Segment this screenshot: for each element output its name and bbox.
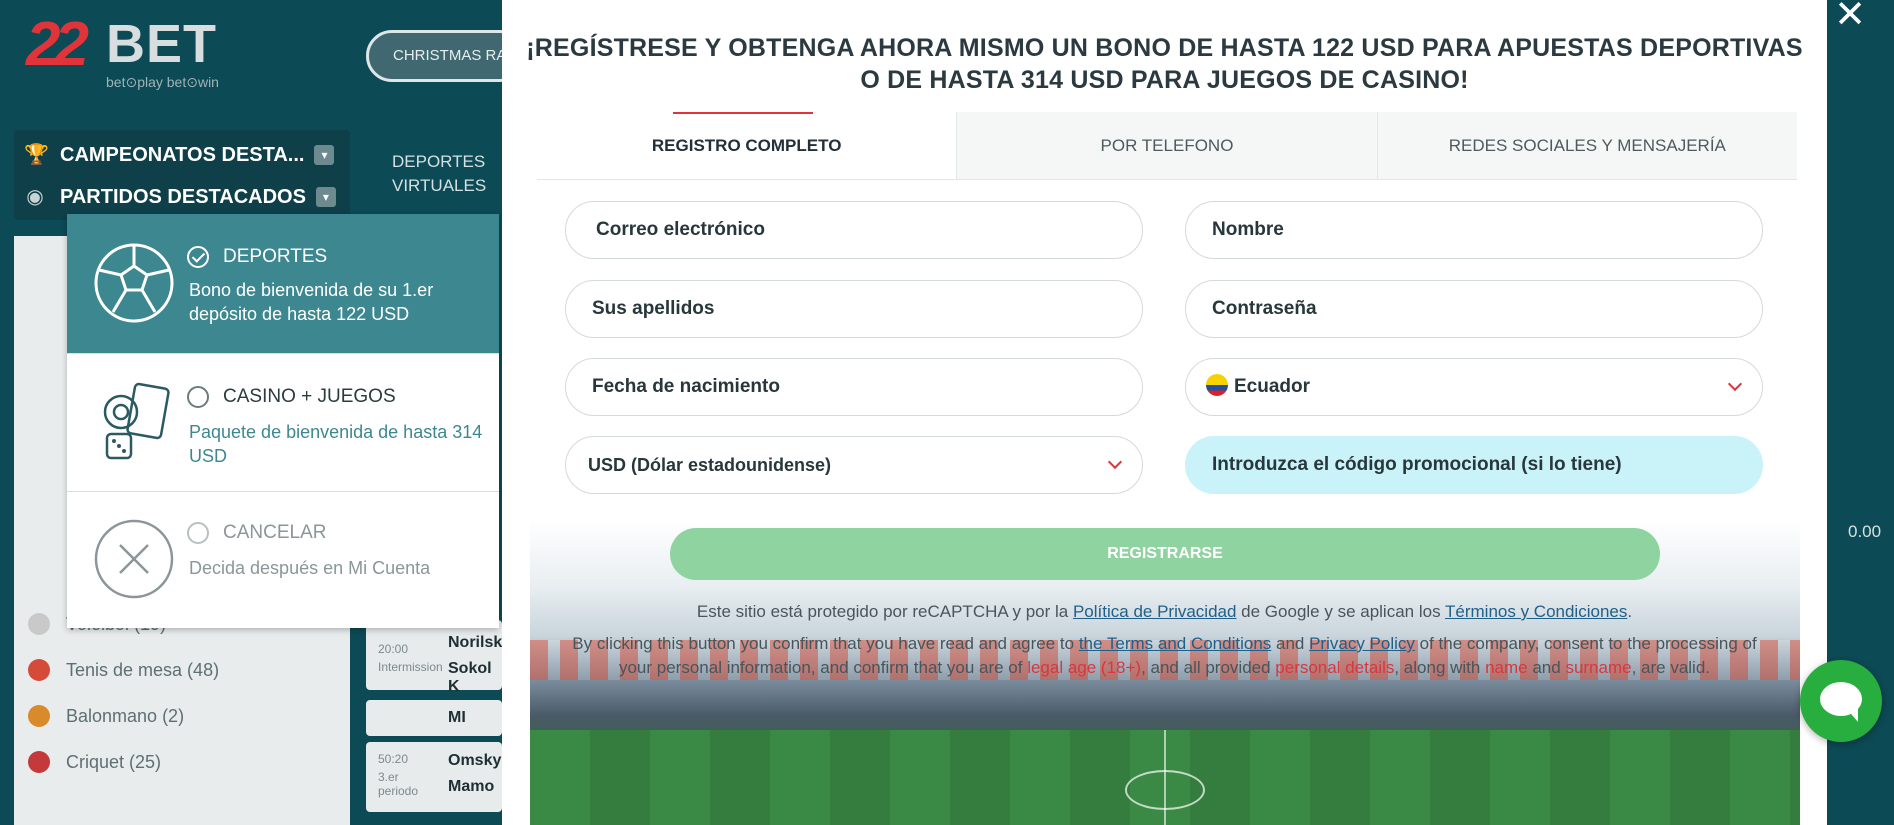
match-status: 3.er periodo xyxy=(378,770,419,798)
email-field[interactable]: Correo electrónico xyxy=(565,201,1143,259)
surname-field[interactable]: Sus apellidos xyxy=(565,280,1143,338)
country-value: Ecuador xyxy=(1234,376,1311,397)
bonus-option-desc: Paquete de bienvenida de hasta 314 USD xyxy=(189,422,483,466)
consent-text: , along with xyxy=(1394,658,1486,677)
terms-link[interactable]: Términos y Condiciones xyxy=(1445,602,1627,621)
chevron-down-icon[interactable]: ▾ xyxy=(315,187,336,207)
logo-tagline: bet⊙play bet⊙win xyxy=(106,74,219,90)
register-button[interactable]: REGISTRARSE xyxy=(670,528,1660,580)
bonus-option-casino[interactable]: CASINO + JUEGOS Paquete de bienvenida de… xyxy=(67,354,499,492)
radio-cancel[interactable] xyxy=(187,522,209,544)
sidebar-item-featured-championships[interactable]: 🏆 CAMPEONATOS DESTA... ▾ xyxy=(24,136,344,174)
logo-text: BET xyxy=(106,14,217,74)
bonus-option-desc: Bono de bienvenida de su 1.er depósito d… xyxy=(189,280,434,324)
bonus-option-cancel[interactable]: CANCELAR Decida después en Mi Cuenta xyxy=(67,492,499,628)
registration-tabs: REGISTRO COMPLETO POR TELEFONO REDES SOC… xyxy=(537,112,1797,180)
sport-label: Balonmano (2) xyxy=(66,705,185,726)
live-chat-button[interactable] xyxy=(1800,660,1882,742)
sidebar-item-label: PARTIDOS DESTACADOS xyxy=(60,185,306,208)
recaptcha-text: Este sitio está protegido por reCAPTCHA … xyxy=(696,602,1073,621)
personal-details-text: personal details xyxy=(1275,658,1395,677)
match-card[interactable]: 20:00 Intermission Norilsk Sokol K xyxy=(366,620,503,695)
team-name: Omsky xyxy=(448,752,502,769)
sport-label: Criquet (25) xyxy=(66,751,162,772)
name-text: name xyxy=(1485,658,1528,677)
name-field[interactable]: Nombre xyxy=(1185,201,1763,259)
close-icon[interactable]: ✕ xyxy=(1832,0,1868,36)
sidebar-item-label: CAMPEONATOS DESTA... xyxy=(60,143,305,166)
sport-item-handball[interactable]: Balonmano (2) xyxy=(28,696,348,736)
registration-modal: ¡REGÍSTRESE Y OBTENGA AHORA MISMO UN BON… xyxy=(502,0,1827,825)
sport-item-cricket[interactable]: Criquet (25) xyxy=(28,742,348,782)
match-header-label: MI xyxy=(448,709,466,726)
table-tennis-icon xyxy=(28,659,50,681)
privacy-policy-link[interactable]: Política de Privacidad xyxy=(1073,602,1236,621)
birthdate-field[interactable]: Fecha de nacimiento xyxy=(565,358,1143,416)
sidebar-item-featured-matches[interactable]: ◉ PARTIDOS DESTACADOS ▾ xyxy=(24,178,344,216)
handball-icon xyxy=(28,705,50,727)
chevron-down-icon xyxy=(1727,376,1743,392)
match-time: 50:20 xyxy=(378,752,409,766)
virtual-sports-link[interactable]: DEPORTES VIRTUALES xyxy=(392,150,486,198)
team-name: Mamo xyxy=(448,778,495,795)
promo-code-input[interactable]: Introduzca el código promocional (si lo … xyxy=(1185,436,1763,494)
chevron-down-icon[interactable]: ▾ xyxy=(314,145,335,165)
site-logo[interactable]: 22 BET bet⊙play bet⊙win xyxy=(26,14,256,94)
password-field[interactable]: Contraseña xyxy=(1185,280,1763,338)
match-header: MI xyxy=(366,700,502,736)
soccer-ball-icon xyxy=(94,243,174,323)
legal-age-text: legal age (18+) xyxy=(1027,658,1142,677)
consent-text: By clicking this button you confirm that… xyxy=(572,634,1079,653)
sport-item-table-tennis[interactable]: Tenis de mesa (48) xyxy=(28,650,348,690)
match-time: 20:00 xyxy=(378,642,409,656)
team-name: Norilsk xyxy=(448,634,503,651)
match-status: Intermission xyxy=(378,660,443,674)
trophy-icon: 🏆 xyxy=(24,144,49,166)
tab-full-registration[interactable]: REGISTRO COMPLETO xyxy=(537,112,957,179)
cancel-x-icon xyxy=(94,519,174,599)
country-select[interactable]: Ecuador xyxy=(1185,358,1763,416)
sport-label: Tenis de mesa (48) xyxy=(66,659,220,680)
recaptcha-notice: Este sitio está protegido por reCAPTCHA … xyxy=(572,600,1757,624)
surname-text: surname xyxy=(1565,658,1632,677)
radio-casino[interactable] xyxy=(187,386,209,408)
consent-notice: By clicking this button you confirm that… xyxy=(572,632,1757,680)
recaptcha-text: . xyxy=(1627,602,1633,621)
recaptcha-text: de Google y se aplican los xyxy=(1236,602,1445,621)
currency-value: USD (Dólar estadounidense) xyxy=(588,455,832,475)
logo-number: 22 xyxy=(26,10,89,79)
consent-text: and xyxy=(1527,658,1566,677)
bonus-option-sports[interactable]: DEPORTES Bono de bienvenida de su 1.er d… xyxy=(67,214,499,354)
bonus-chooser: DEPORTES Bono de bienvenida de su 1.er d… xyxy=(67,214,499,628)
currency-select[interactable]: USD (Dólar estadounidense) xyxy=(565,436,1143,494)
balance-value: 0.00 xyxy=(1848,522,1882,541)
consent-text: , and all provided xyxy=(1141,658,1276,677)
chevron-down-icon xyxy=(1107,454,1123,470)
bonus-option-title: CANCELAR xyxy=(223,522,327,543)
tab-social[interactable]: REDES SOCIALES Y MENSAJERÍA xyxy=(1376,112,1797,179)
team-name: Sokol K xyxy=(448,660,492,695)
consent-text: and xyxy=(1271,634,1310,653)
ecuador-flag-icon xyxy=(1206,374,1228,396)
virtual-label-line1: DEPORTES xyxy=(392,152,486,171)
radio-sports[interactable] xyxy=(187,246,209,268)
tab-phone[interactable]: POR TELEFONO xyxy=(956,112,1377,179)
bonus-option-title: CASINO + JUEGOS xyxy=(223,386,396,407)
cricket-icon xyxy=(28,751,50,773)
bonus-option-title: DEPORTES xyxy=(223,246,328,267)
volleyball-icon xyxy=(28,613,50,635)
company-privacy-link[interactable]: Privacy Policy xyxy=(1309,634,1415,653)
medal-icon: ◉ xyxy=(26,186,44,208)
sidebar-featured: 🏆 CAMPEONATOS DESTA... ▾ ◉ PARTIDOS DEST… xyxy=(14,130,350,220)
bonus-option-desc: Decida después en Mi Cuenta xyxy=(189,558,431,578)
match-card[interactable]: 50:20 3.er periodo Omsky Mamo xyxy=(366,742,502,812)
virtual-label-line2: VIRTUALES xyxy=(392,176,487,195)
modal-title: ¡REGÍSTRESE Y OBTENGA AHORA MISMO UN BON… xyxy=(526,34,1803,94)
casino-cards-dice-icon xyxy=(103,382,170,460)
consent-text: , are valid. xyxy=(1631,658,1711,677)
terms-conditions-link[interactable]: the Terms and Conditions xyxy=(1079,634,1271,653)
